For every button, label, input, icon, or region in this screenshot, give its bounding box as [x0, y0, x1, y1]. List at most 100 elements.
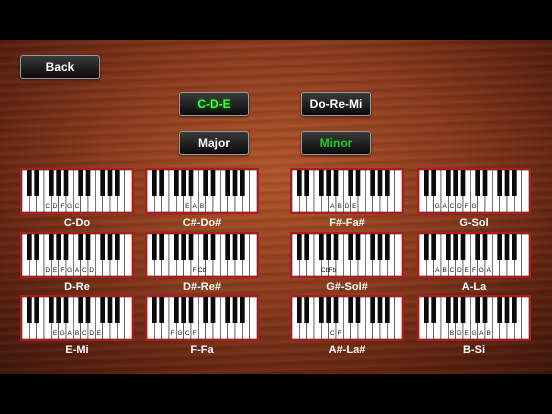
key-note-label: C [82, 267, 87, 274]
black-key [355, 234, 361, 260]
black-key [63, 234, 69, 260]
piano-keyboard: DEFGACD [22, 234, 132, 276]
black-key [453, 297, 459, 323]
white-key [124, 170, 132, 212]
piano-keyboard: EGABCDE [22, 297, 132, 339]
black-key [114, 234, 120, 260]
black-key [348, 170, 354, 196]
key-note-label: G [67, 267, 72, 274]
key-note-label: A [486, 267, 491, 274]
black-key [355, 297, 361, 323]
key-note-label: F [60, 267, 64, 274]
black-key [188, 234, 194, 260]
chord-card[interactable]: ABDE [290, 168, 404, 214]
chord-card[interactable]: FGCF [145, 295, 259, 341]
black-key [173, 170, 179, 196]
app-screen: Back C-D-E Do-Re-Mi Major Minor C D F G C C-D… [0, 0, 552, 414]
black-key [114, 170, 120, 196]
black-key [203, 234, 209, 260]
key-note-label: G [177, 330, 182, 337]
black-key [384, 170, 390, 196]
back-button[interactable]: Back [20, 55, 100, 79]
black-key [181, 170, 187, 196]
black-key [318, 170, 324, 196]
chord-card[interactable]: ABCDEFGA [417, 232, 531, 278]
black-key [181, 297, 187, 323]
key-note-label: E [352, 203, 357, 210]
chord-card[interactable]: CDFGC [20, 168, 134, 214]
black-key [78, 297, 84, 323]
piano-keyboard: ABDE [292, 170, 402, 212]
chord-name-label: D#-Re# [183, 281, 221, 293]
black-key [384, 234, 390, 260]
chord-card[interactable]: EGABCDE [20, 295, 134, 341]
black-key [34, 297, 40, 323]
black-key [151, 234, 157, 260]
key-note-label: G [435, 203, 440, 210]
black-key [56, 297, 62, 323]
black-key [63, 297, 69, 323]
black-key [239, 170, 245, 196]
black-key [34, 234, 40, 260]
white-key [394, 170, 402, 212]
black-key [497, 234, 503, 260]
minor-mode-button[interactable]: Minor [301, 131, 371, 155]
white-key [521, 297, 529, 339]
key-note-label: A [435, 267, 440, 274]
chord-card[interactable]: CF [290, 295, 404, 341]
black-key [445, 234, 451, 260]
piano-keyboard: CDFGC [22, 170, 132, 212]
key-note-label: B [75, 330, 79, 337]
white-key [249, 170, 257, 212]
key-note-label: E [53, 267, 58, 274]
black-key [48, 234, 54, 260]
chord-name-label: E-Mi [65, 344, 89, 356]
chord-name-label: A-La [461, 281, 487, 293]
chord-name-label: F#-Fa# [329, 217, 365, 229]
key-note-label: C [330, 330, 335, 337]
black-key [188, 170, 194, 196]
black-key [203, 170, 209, 196]
black-key [26, 170, 32, 196]
white-key [521, 234, 529, 276]
black-key [423, 170, 429, 196]
black-key [333, 297, 339, 323]
chord-card[interactable]: BDEGAB [417, 295, 531, 341]
black-key [26, 297, 32, 323]
black-key [370, 234, 376, 260]
black-key [370, 297, 376, 323]
key-note-label: E [53, 330, 58, 337]
chord-card[interactable]: Cb Fb [290, 232, 404, 278]
black-key [225, 234, 231, 260]
black-key [159, 234, 165, 260]
key-note-label: C [185, 330, 190, 337]
black-key [326, 234, 332, 260]
black-key [232, 297, 238, 323]
key-note-label: F [338, 330, 342, 337]
chord-card[interactable]: GACDFG [417, 168, 531, 214]
key-note-label: C [450, 267, 455, 274]
black-key [239, 297, 245, 323]
key-note-label: D [45, 267, 50, 274]
piano-keyboard: CF [292, 297, 402, 339]
black-key [355, 170, 361, 196]
chord-card[interactable]: DEFGACD [20, 232, 134, 278]
black-key [210, 234, 216, 260]
key-note-label: G [471, 203, 476, 210]
black-key [296, 170, 302, 196]
black-key [504, 297, 510, 323]
key-note-label: F [60, 203, 64, 210]
key-note-label: D [53, 203, 58, 210]
chord-card[interactable]: F Cb [145, 232, 259, 278]
key-note-label: B [337, 203, 341, 210]
piano-keyboard: FGCF [147, 297, 257, 339]
black-key [497, 170, 503, 196]
major-mode-button[interactable]: Major [179, 131, 249, 155]
black-key [326, 170, 332, 196]
black-key [445, 170, 451, 196]
chord-card[interactable]: EAB [145, 168, 259, 214]
solfege-notation-button[interactable]: Do-Re-Mi [301, 92, 371, 116]
letter-notation-button[interactable]: C-D-E [179, 92, 249, 116]
chord-name-label: F-Fa [190, 344, 214, 356]
chord-name-label: G-Sol [459, 217, 489, 229]
